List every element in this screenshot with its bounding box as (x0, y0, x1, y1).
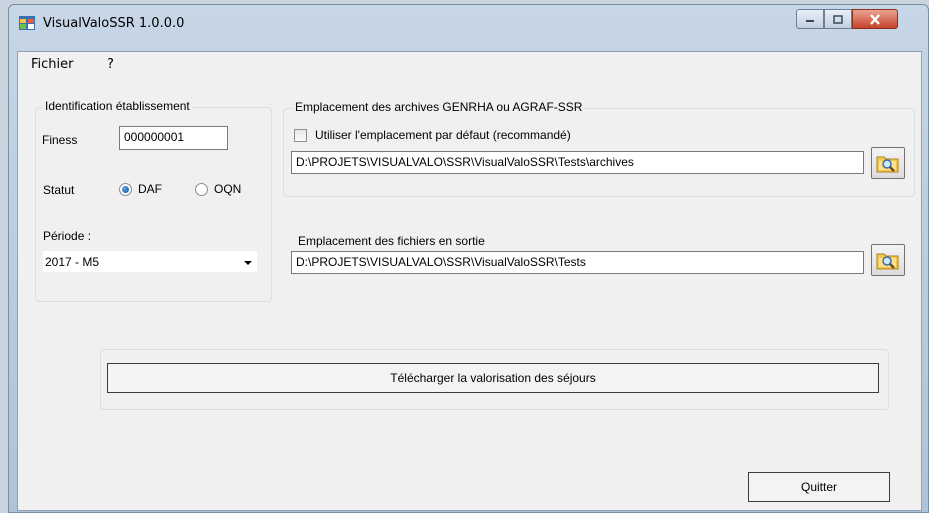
application-window: VisualValoSSR 1.0.0.0 Fichier ? Identifi… (8, 4, 929, 513)
app-window-icon (19, 16, 35, 30)
periode-select[interactable]: 2017 - M5 (42, 250, 258, 273)
minimize-button[interactable] (796, 9, 824, 29)
output-location-label: Emplacement des fichiers en sortie (298, 234, 485, 248)
archives-browse-button[interactable] (871, 147, 905, 179)
periode-label: Période : (43, 229, 92, 243)
output-browse-button[interactable] (871, 244, 905, 276)
output-path-input[interactable]: D:\PROJETS\VISUALVALO\SSR\VisualValoSSR\… (291, 251, 864, 274)
menu-item-fichier[interactable]: Fichier (31, 57, 74, 72)
statut-label: Statut (43, 183, 75, 197)
default-location-checkbox[interactable] (294, 129, 307, 142)
quit-button[interactable]: Quitter (748, 472, 890, 502)
close-button[interactable] (852, 9, 898, 29)
maximize-button[interactable] (824, 9, 852, 29)
archives-group-label: Emplacement des archives GENRHA ou AGRAF… (292, 100, 586, 114)
minimize-icon (806, 20, 814, 22)
identification-group-label: Identification établissement (42, 99, 193, 113)
maximize-icon (833, 14, 843, 24)
folder-search-icon (876, 156, 899, 173)
radio-daf[interactable] (119, 183, 132, 196)
window-title: VisualValoSSR 1.0.0.0 (43, 16, 185, 31)
title-bar[interactable]: VisualValoSSR 1.0.0.0 (9, 5, 928, 43)
radio-selected-dot (122, 186, 129, 193)
chevron-down-icon[interactable] (244, 261, 252, 266)
folder-search-icon (876, 253, 899, 270)
finess-input[interactable]: 000000001 (119, 126, 228, 150)
radio-oqn-label[interactable]: OQN (214, 182, 241, 196)
radio-oqn[interactable] (195, 183, 208, 196)
radio-daf-label[interactable]: DAF (138, 182, 162, 196)
periode-value: 2017 - M5 (45, 255, 100, 269)
menu-bar: Fichier ? (18, 52, 921, 77)
finess-label: Finess (42, 133, 78, 147)
menu-item-help[interactable]: ? (107, 57, 114, 72)
default-location-label[interactable]: Utiliser l'emplacement par défaut (recom… (315, 128, 571, 142)
close-icon (870, 13, 880, 25)
download-valorisation-button[interactable]: Télécharger la valorisation des séjours (107, 363, 879, 393)
archives-path-input[interactable]: D:\PROJETS\VISUALVALO\SSR\VisualValoSSR\… (291, 151, 864, 174)
client-area: Fichier ? Identification établissement F… (17, 51, 922, 511)
